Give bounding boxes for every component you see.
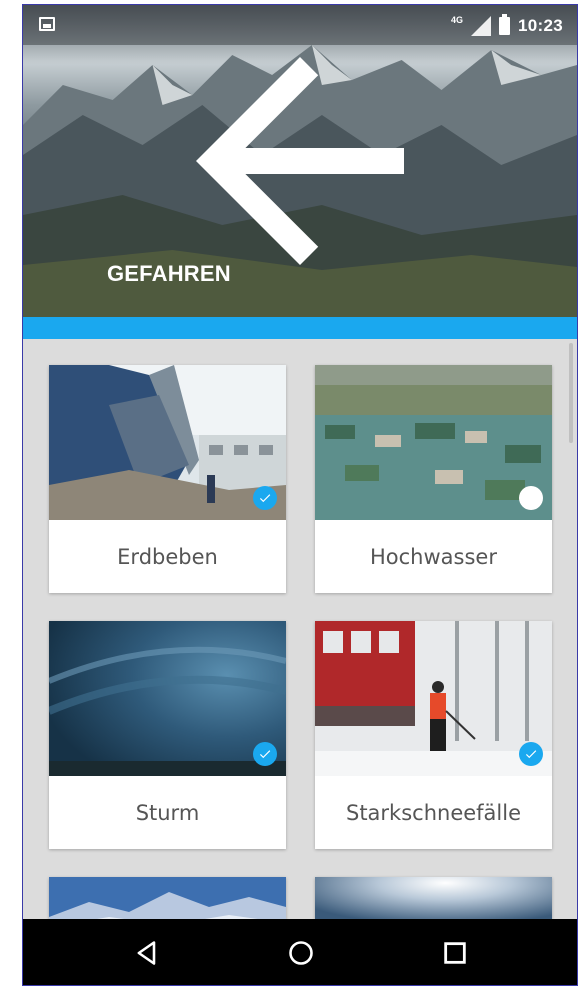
selected-check-icon[interactable] — [519, 742, 543, 766]
header-hero-image: 4G 10:23 GEFAHREN — [23, 5, 577, 317]
unselected-check-icon[interactable] — [519, 486, 543, 510]
hazard-label: Sturm — [135, 800, 200, 825]
page-title: GEFAHREN — [107, 261, 231, 286]
app-screen: 4G 10:23 GEFAHREN Erdbeben Hochwasser St… — [22, 4, 578, 986]
hazard-card-starkschneefaelle[interactable]: Starkschneefälle — [315, 621, 552, 849]
triangle-back-icon[interactable] — [133, 939, 161, 967]
square-recents-icon[interactable] — [441, 939, 469, 967]
hazard-label: Erdbeben — [117, 544, 218, 569]
scrollbar[interactable] — [569, 343, 573, 443]
snow-photo — [315, 621, 552, 776]
selected-check-icon[interactable] — [253, 486, 277, 510]
system-navigation-bar — [23, 919, 577, 985]
flood-photo — [315, 365, 552, 520]
storm-photo — [49, 621, 286, 776]
hazard-label: Hochwasser — [370, 544, 497, 569]
hazard-grid: Erdbeben Hochwasser Sturm Starkschneefäl… — [23, 339, 577, 937]
earthquake-photo — [49, 365, 286, 520]
accent-bar — [23, 317, 577, 339]
hazard-card-sturm[interactable]: Sturm — [49, 621, 286, 849]
hazard-label: Starkschneefälle — [345, 800, 522, 825]
hazard-card-erdbeben[interactable]: Erdbeben — [49, 365, 286, 593]
circle-home-icon[interactable] — [287, 939, 315, 967]
hazard-card-hochwasser[interactable]: Hochwasser — [315, 365, 552, 593]
selected-check-icon[interactable] — [253, 742, 277, 766]
